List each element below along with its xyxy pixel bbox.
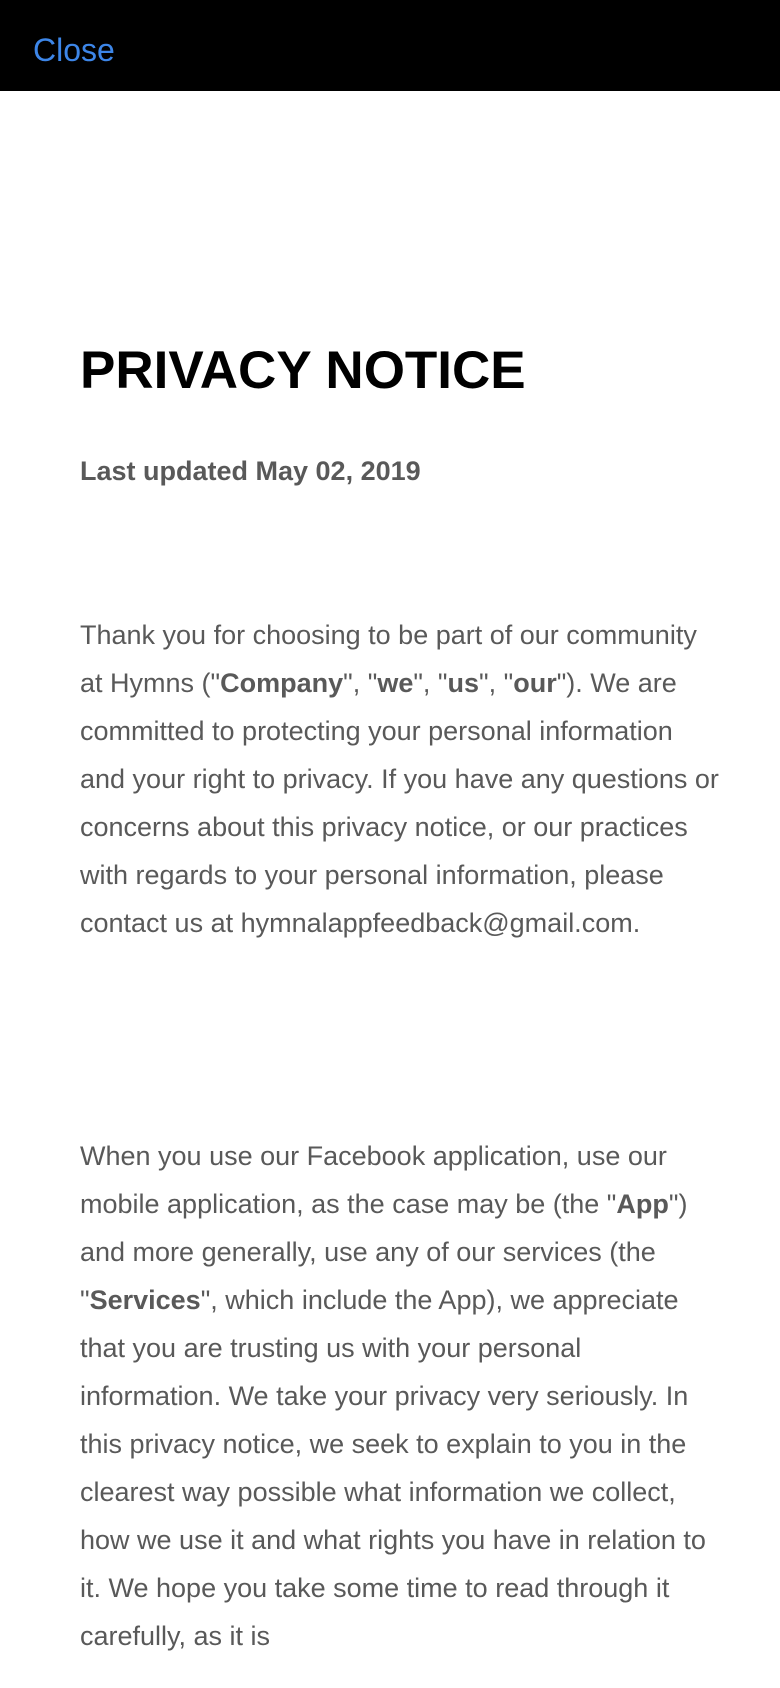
bold-term-our: our: [513, 668, 557, 698]
text-span: ", ": [343, 668, 378, 698]
bold-term-we: we: [377, 668, 414, 698]
text-span: ", which include the App), we appreciate…: [80, 1285, 706, 1651]
bold-term-us: us: [447, 668, 480, 698]
last-updated-text: Last updated May 02, 2019: [80, 456, 421, 486]
bold-term-services: Services: [89, 1285, 201, 1315]
close-button[interactable]: Close: [33, 30, 115, 70]
top-navigation-bar: Close: [0, 0, 780, 91]
page-title: PRIVACY NOTICE: [80, 341, 526, 400]
privacy-notice-content: PRIVACY NOTICE Last updated May 02, 2019…: [80, 91, 720, 1688]
usage-paragraph: When you use our Facebook application, u…: [80, 1132, 720, 1660]
bold-term-app: App: [616, 1189, 669, 1219]
intro-paragraph: Thank you for choosing to be part of our…: [80, 611, 720, 947]
text-span: When you use our Facebook application, u…: [80, 1141, 667, 1219]
text-span: ", ": [413, 668, 448, 698]
text-span: "). We are committed to protecting your …: [80, 668, 719, 938]
bold-term-company: Company: [220, 668, 344, 698]
text-span: ", ": [479, 668, 514, 698]
